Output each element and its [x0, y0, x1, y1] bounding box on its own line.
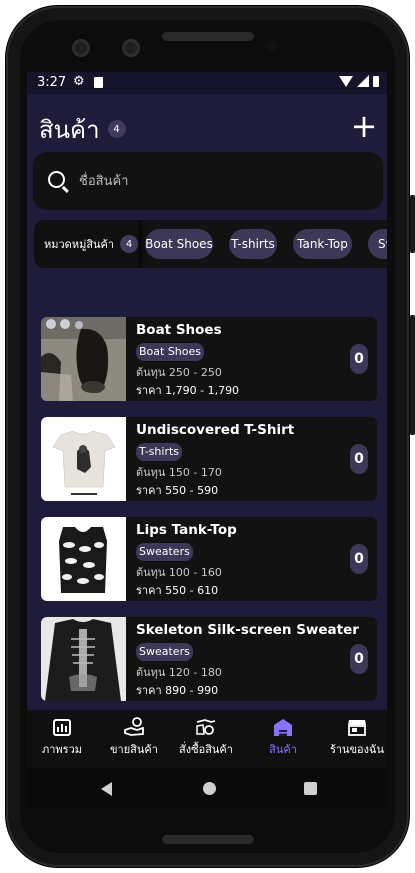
- page-title: สินค้า: [39, 115, 100, 144]
- stock-count-badge: 0: [350, 644, 368, 674]
- product-price: ราคา 550 - 590: [136, 484, 219, 497]
- category-count-badge: 4: [120, 235, 139, 253]
- nav-item-products[interactable]: สินค้า: [248, 716, 318, 764]
- product-price: ราคา 1,790 - 1,790: [136, 384, 240, 397]
- product-category-tag: Boat Shoes: [136, 343, 205, 361]
- add-product-button[interactable]: +: [349, 110, 379, 142]
- product-count-badge: 4: [107, 120, 126, 138]
- stock-count-badge: 0: [350, 344, 368, 374]
- product-card[interactable]: Skeleton Silk-screen Sweater Sweaters ต้…: [41, 617, 377, 701]
- search-icon: [48, 171, 65, 188]
- back-icon[interactable]: [101, 782, 112, 796]
- product-cost: ต้นทุน 150 - 170: [136, 466, 222, 479]
- front-camera: [72, 39, 90, 57]
- search-bar[interactable]: [33, 152, 383, 210]
- home-icon[interactable]: [203, 782, 216, 795]
- nav-item-sell[interactable]: ขายสินค้า: [99, 716, 169, 764]
- bottom-navigation: ภาพรวม ขายสินค้า สั่งซื้อสินค้า สินค้า ร…: [27, 710, 387, 768]
- battery-icon: [373, 75, 379, 87]
- product-name: Lips Tank-Top: [136, 522, 237, 538]
- search-input[interactable]: [77, 168, 371, 194]
- recent-apps-icon[interactable]: [304, 782, 317, 795]
- status-time: 3:27: [37, 75, 67, 90]
- category-filter-bar: Boat Shoes T-shirts Tank-Top Sw หมวดหมู่…: [34, 220, 387, 268]
- product-thumbnail: [41, 417, 126, 501]
- product-card[interactable]: Undiscovered T-Shirt T-shirts ต้นทุน 150…: [41, 417, 377, 501]
- system-navigation-bar: [27, 768, 387, 810]
- stock-count-badge: 0: [350, 544, 368, 574]
- sell-icon: [124, 717, 144, 736]
- nav-label: ร้านของฉัน: [329, 743, 385, 756]
- nav-label: ภาพรวม: [41, 743, 82, 756]
- product-cost: ต้นทุน 120 - 180: [136, 666, 222, 679]
- front-sensor: [122, 39, 140, 57]
- volume-button: [410, 315, 415, 435]
- nav-item-purchase[interactable]: สั่งซื้อสินค้า: [171, 716, 241, 764]
- nav-label: สั่งซื้อสินค้า: [179, 743, 233, 756]
- product-price: ราคา 550 - 610: [136, 584, 219, 597]
- nav-item-my-store[interactable]: ร้านของฉัน: [322, 716, 387, 764]
- product-category-tag: Sweaters: [136, 543, 193, 561]
- dashboard-icon: [53, 719, 71, 736]
- purchase-icon: [196, 719, 216, 735]
- nav-label: ขายสินค้า: [110, 743, 158, 756]
- category-chip[interactable]: Boat Shoes: [145, 229, 213, 259]
- product-name: Skeleton Silk-screen Sweater: [136, 622, 359, 638]
- product-card[interactable]: Lips Tank-Top Sweaters ต้นทุน 100 - 160 …: [41, 517, 377, 601]
- product-thumbnail: [41, 317, 126, 401]
- nav-item-overview[interactable]: ภาพรวม: [27, 716, 97, 764]
- product-price: ราคา 890 - 990: [136, 684, 219, 697]
- stock-count-badge: 0: [350, 444, 368, 474]
- power-button: [410, 195, 415, 253]
- signal-icon: [357, 75, 369, 87]
- status-bar: 3:27 ⚙: [27, 72, 387, 94]
- sd-card-icon: [94, 77, 103, 88]
- product-category-tag: T-shirts: [136, 443, 183, 461]
- product-thumbnail: [41, 517, 126, 601]
- wifi-icon: [339, 76, 353, 87]
- page-header: สินค้า 4: [39, 114, 126, 144]
- nav-label: สินค้า: [269, 743, 297, 756]
- category-header[interactable]: หมวดหมู่สินค้า 4: [34, 220, 139, 268]
- app-screen: 3:27 ⚙ สินค้า 4 + Boat Shoes T-shirts Ta…: [27, 72, 387, 810]
- proximity-sensor: [266, 41, 278, 53]
- product-name: Undiscovered T-Shirt: [136, 422, 295, 438]
- product-category-tag: Sweaters: [136, 643, 193, 661]
- product-card[interactable]: Boat Shoes Boat Shoes ต้นทุน 250 - 250 ร…: [41, 317, 377, 401]
- category-chip[interactable]: Tank-Top: [293, 229, 352, 259]
- product-name: Boat Shoes: [136, 322, 222, 338]
- category-chip[interactable]: Sw: [368, 229, 387, 259]
- category-chip[interactable]: T-shirts: [229, 229, 277, 259]
- store-icon: [348, 720, 366, 736]
- bottom-speaker: [162, 835, 254, 844]
- products-icon: [274, 719, 292, 736]
- product-cost: ต้นทุน 250 - 250: [136, 366, 222, 379]
- status-icons: [339, 75, 379, 87]
- earpiece-speaker: [162, 32, 254, 41]
- category-label: หมวดหมู่สินค้า: [44, 238, 115, 251]
- product-thumbnail: [41, 617, 126, 701]
- gear-icon: ⚙: [73, 74, 85, 89]
- product-cost: ต้นทุน 100 - 160: [136, 566, 222, 579]
